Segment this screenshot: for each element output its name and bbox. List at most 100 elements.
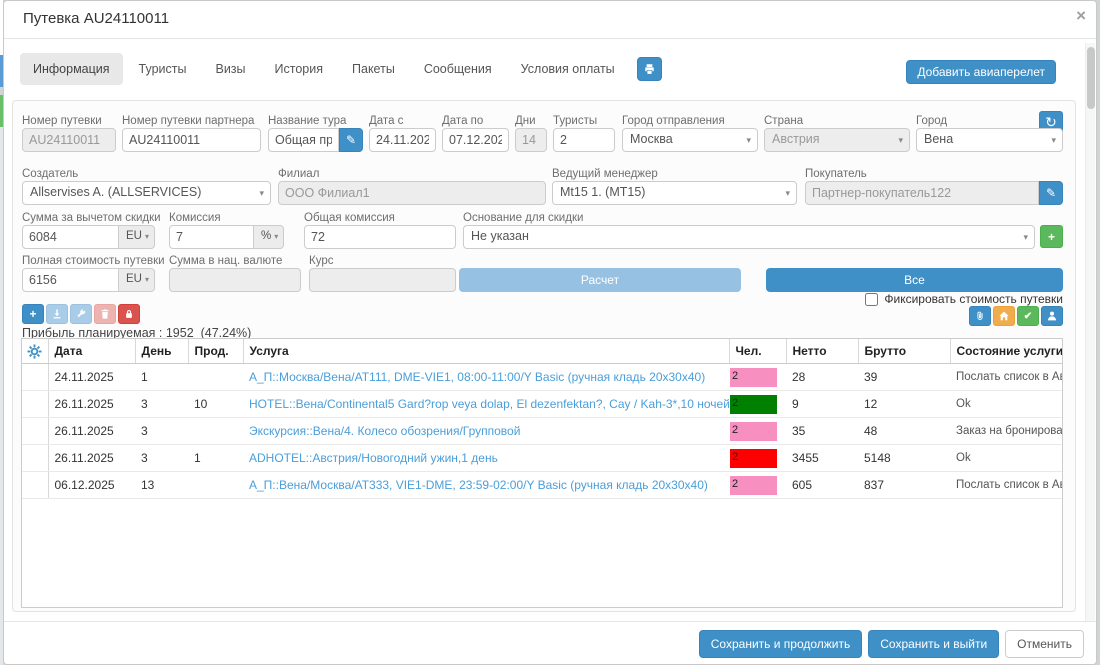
trash-icon <box>99 308 111 320</box>
amount-after-discount-field[interactable] <box>22 225 119 249</box>
city-label: Город <box>916 115 947 127</box>
tourists-field[interactable] <box>553 128 615 152</box>
voucher-modal: Путевка AU24110011 × Информация Туристы … <box>3 0 1097 665</box>
cell-net: 35 <box>786 418 858 445</box>
person-icon <box>1046 310 1058 322</box>
tab-messages[interactable]: Сообщения <box>411 53 505 85</box>
commission-field[interactable] <box>169 225 254 249</box>
full-cost-label: Полная стоимость путевки <box>22 255 165 267</box>
discount-reason-select[interactable]: Не указан ▾ <box>463 225 1035 249</box>
all-button[interactable]: Все <box>766 268 1063 292</box>
home-button[interactable] <box>993 306 1015 326</box>
amount-currency-select[interactable]: EU▾ <box>119 225 155 249</box>
date-to-field[interactable] <box>442 128 509 152</box>
persons-count: 2 <box>732 478 738 490</box>
commission-unit-select[interactable]: %▾ <box>254 225 284 249</box>
country-label: Страна <box>764 115 803 127</box>
creator-value: Allservises A. (ALLSERVICES) <box>30 185 201 199</box>
calculate-button[interactable]: Расчет <box>459 268 741 292</box>
departure-city-select[interactable]: Москва ▾ <box>622 128 758 152</box>
cell-status: Ok <box>950 391 1062 418</box>
save-exit-button[interactable]: Сохранить и выйти <box>868 630 999 658</box>
creator-select[interactable]: Allservises A. (ALLSERVICES) ▾ <box>22 181 271 205</box>
date-from-field[interactable] <box>369 128 436 152</box>
city-select[interactable]: Вена ▾ <box>916 128 1063 152</box>
tab-history[interactable]: История <box>262 53 336 85</box>
city-value: Вена <box>924 132 953 146</box>
cell-prod: 10 <box>188 391 243 418</box>
header-gross[interactable]: Брутто <box>858 339 950 364</box>
header-status[interactable]: Состояние услуги <box>950 339 1062 364</box>
add-flight-button[interactable]: Добавить авиаперелет <box>906 60 1056 84</box>
header-net[interactable]: Нетто <box>786 339 858 364</box>
tour-name-field[interactable] <box>268 128 339 152</box>
amount-currency-value: EU <box>126 230 142 242</box>
table-row[interactable]: 26.11.2025 3 Экскурсия::Вена/4. Колесо о… <box>22 418 1062 445</box>
scrollbar-thumb[interactable] <box>1087 47 1095 109</box>
tab-information[interactable]: Информация <box>20 53 123 85</box>
table-row[interactable]: 26.11.2025 3 10 HOTEL::Вена/Continental5… <box>22 391 1062 418</box>
add-discount-button[interactable]: + <box>1040 225 1063 248</box>
persons-count: 2 <box>732 424 738 436</box>
service-link[interactable]: Экскурсия::Вена/4. Колесо обозрения/Груп… <box>249 424 520 438</box>
partner-voucher-number-field[interactable] <box>122 128 261 152</box>
scrollbar-track[interactable] <box>1085 43 1095 621</box>
header-persons[interactable]: Чел. <box>729 339 786 364</box>
cell-date: 26.11.2025 <box>48 391 135 418</box>
tab-payment-terms[interactable]: Условия оплаты <box>508 53 628 85</box>
fix-cost-checkbox[interactable] <box>865 293 878 306</box>
discount-reason-label: Основание для скидки <box>463 212 583 224</box>
lead-manager-select[interactable]: Mt15 1. (MT15) ▾ <box>552 181 797 205</box>
tourist-button[interactable] <box>1041 306 1063 326</box>
paperclip-icon <box>974 310 986 322</box>
amount-after-discount-label: Сумма за вычетом скидки <box>22 212 161 224</box>
edit-tour-name-button[interactable]: ✎ <box>339 128 363 152</box>
cancel-button[interactable]: Отменить <box>1005 630 1084 658</box>
delete-service-button[interactable] <box>94 304 116 324</box>
cell-gross: 5148 <box>858 445 950 472</box>
commission-unit-value: % <box>261 230 271 242</box>
header-day[interactable]: День <box>135 339 188 364</box>
table-row[interactable]: 24.11.2025 1 А_П::Москва/Вена/AT111, DME… <box>22 364 1062 391</box>
confirm-button[interactable]: ✔ <box>1017 306 1039 326</box>
table-row[interactable]: 26.11.2025 3 1 ADHOTEL::Австрия/Новогодн… <box>22 445 1062 472</box>
branch-field <box>278 181 546 205</box>
tab-tourists[interactable]: Туристы <box>126 53 200 85</box>
tab-packages[interactable]: Пакеты <box>339 53 408 85</box>
print-button[interactable] <box>637 57 662 81</box>
tab-visas[interactable]: Визы <box>202 53 258 85</box>
header-service[interactable]: Услуга <box>243 339 729 364</box>
column-settings-button[interactable] <box>22 339 48 364</box>
date-to-label: Дата по <box>442 115 483 127</box>
import-service-button[interactable] <box>46 304 68 324</box>
table-row[interactable]: 06.12.2025 13 А_П::Вена/Москва/AT333, VI… <box>22 472 1062 499</box>
close-icon[interactable]: × <box>1076 7 1086 24</box>
country-value: Австрия <box>772 132 820 146</box>
pencil-icon: ✎ <box>346 133 356 147</box>
full-cost-currency-select[interactable]: EU▾ <box>119 268 155 292</box>
total-commission-label: Общая комиссия <box>304 212 395 224</box>
edit-service-button[interactable] <box>70 304 92 324</box>
modal-header: Путевка AU24110011 × <box>4 1 1096 39</box>
date-from-label: Дата с <box>369 115 403 127</box>
attachments-button[interactable] <box>969 306 991 326</box>
full-cost-field[interactable] <box>22 268 119 292</box>
national-amount-label: Сумма в нац. валюте <box>169 255 282 267</box>
service-link[interactable]: ADHOTEL::Австрия/Новогодний ужин,1 день <box>249 451 498 465</box>
partner-voucher-number-label: Номер путевки партнера <box>122 115 254 127</box>
service-link[interactable]: А_П::Москва/Вена/AT111, DME-VIE1, 08:00-… <box>249 370 705 384</box>
add-service-button[interactable]: + <box>22 304 44 324</box>
header-date[interactable]: Дата <box>48 339 135 364</box>
services-table: Дата День Прод. Услуга Чел. Нетто Брутто… <box>21 338 1063 608</box>
total-commission-field[interactable] <box>304 225 456 249</box>
cell-status: Послать список в Ави... <box>950 364 1062 391</box>
header-prod[interactable]: Прод. <box>188 339 243 364</box>
caret-down-icon: ▾ <box>274 232 278 241</box>
edit-buyer-button[interactable]: ✎ <box>1039 181 1063 205</box>
save-continue-button[interactable]: Сохранить и продолжить <box>699 630 862 658</box>
service-link[interactable]: А_П::Вена/Москва/AT333, VIE1-DME, 23:59-… <box>249 478 708 492</box>
fix-cost-label: Фиксировать стоимость путевки <box>884 292 1063 306</box>
cell-date: 24.11.2025 <box>48 364 135 391</box>
service-link[interactable]: HOTEL::Вена/Continental5 Gard?rop veya d… <box>249 397 729 411</box>
lock-services-button[interactable] <box>118 304 140 324</box>
